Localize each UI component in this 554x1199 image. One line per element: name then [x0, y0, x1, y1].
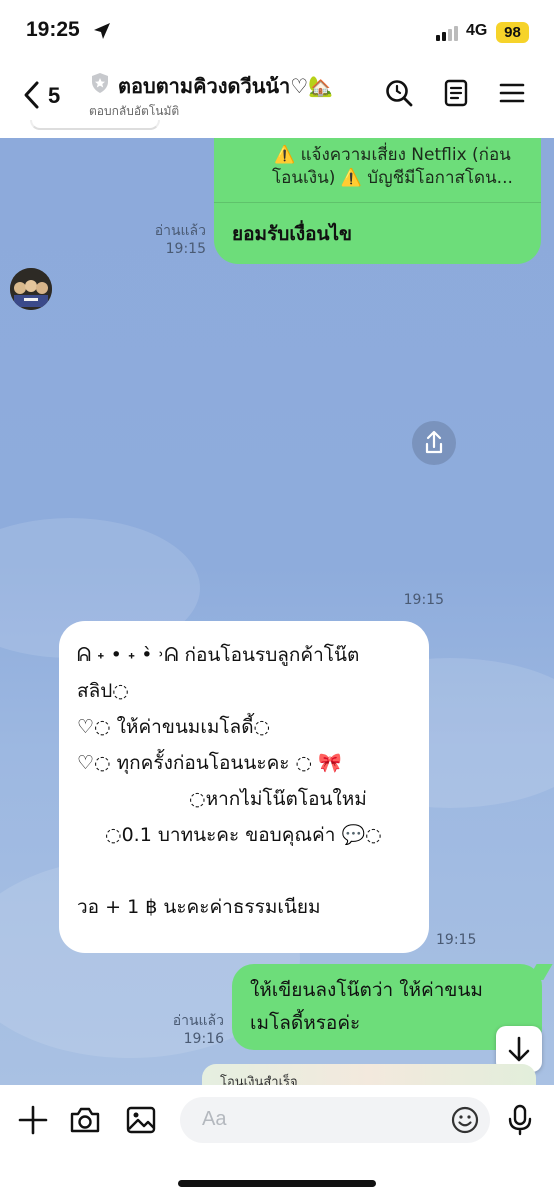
- message-line: ♡◌ ให้ค่าขนมเมโลดี้◌: [77, 716, 271, 738]
- search-button[interactable]: [384, 78, 414, 108]
- message-line: วอ + 1 ฿ นะคะค่าธรรมเนียม: [77, 896, 321, 918]
- read-receipt: อ่านแล้ว: [154, 223, 206, 239]
- shield-icon: [90, 72, 110, 98]
- message-time: 19:15: [165, 241, 206, 257]
- camera-icon: [70, 1107, 100, 1133]
- message-line: สลิป◌: [77, 680, 129, 702]
- message-line: เมโลดี้หรอค่ะ: [250, 1012, 361, 1034]
- message-meta: อ่านแล้ว 19:16: [158, 1012, 224, 1048]
- divider: [214, 202, 541, 203]
- network-type: 4G: [466, 22, 488, 39]
- camera-button[interactable]: [68, 1103, 102, 1137]
- chat-header: 5 ตอบตามคิวงดวีนน้า♡🏡 ตอบกลับอัตโนมัติ: [0, 62, 554, 138]
- read-receipt: อ่านแล้ว: [172, 1013, 224, 1029]
- unread-count: 5: [48, 83, 61, 108]
- share-icon: [425, 430, 443, 454]
- message-preview-line: ⚠️ แจ้งความเสี่ยง Netflix (ก่อน: [274, 145, 511, 165]
- battery-level: 98: [496, 22, 529, 43]
- message-time: 19:15: [436, 932, 477, 948]
- input-placeholder: Aa: [202, 1108, 227, 1130]
- message-image-preview[interactable]: โอนเงินสำเร็จ: [202, 1064, 536, 1085]
- microphone-icon: [508, 1104, 532, 1136]
- message-line: ◌0.1 บาทนะคะ ขอบคุณค่า 💬◌: [105, 824, 382, 846]
- input-bar: Aa: [0, 1085, 554, 1199]
- status-bar: 19:25 4G 98: [0, 0, 554, 62]
- chat-title[interactable]: ตอบตามคิวงดวีนน้า♡🏡: [118, 70, 333, 102]
- menu-icon: [499, 83, 525, 103]
- message-bubble-outgoing[interactable]: ⚠️ แจ้งความเสี่ยง Netflix (ก่อน โอนเงิน)…: [214, 138, 541, 264]
- back-button[interactable]: 5: [22, 80, 72, 112]
- signal-icon: [436, 25, 460, 45]
- header-scroll-indicator: [30, 120, 160, 130]
- message-line: ◌หากไม่โน๊ตโอนใหม่: [189, 788, 367, 810]
- message-input[interactable]: Aa: [180, 1097, 490, 1143]
- message-line: ♡◌ ทุกครั้งก่อนโอนนะคะ ◌ 🎀: [77, 752, 342, 774]
- search-icon: [386, 80, 413, 107]
- message-meta: อ่านแล้ว 19:15: [140, 222, 206, 258]
- note-icon: [444, 79, 468, 107]
- emoji-button[interactable]: [450, 1105, 480, 1135]
- message-bubble-incoming[interactable]: ᕱ ˖ • ˖ •̀ ˒ᕱ ก่อนโอนรบลูกค้าโน๊ต สลิป◌ …: [59, 621, 429, 953]
- image-icon: [126, 1106, 156, 1134]
- emoji-icon: [451, 1106, 479, 1134]
- preview-text: โอนเงินสำเร็จ: [220, 1075, 298, 1085]
- reply-text: ยอมรับเงื่อนไข: [232, 223, 353, 245]
- chat-area[interactable]: ⚠️ แจ้งความเสี่ยง Netflix (ก่อน โอนเงิน)…: [0, 138, 554, 1085]
- message-line: [77, 853, 423, 889]
- message-time: 19:15: [403, 592, 444, 608]
- chevron-left-icon: [24, 81, 39, 109]
- share-button[interactable]: [412, 421, 456, 465]
- notes-button[interactable]: [441, 78, 471, 108]
- message-preview-line: โอนเงิน) ⚠️ บัญชีมีโอกาสโดน...: [272, 168, 513, 188]
- message-line: ให้เขียนลงโน๊ตว่า ให้ค่าขนม: [250, 979, 483, 1001]
- add-button[interactable]: [16, 1103, 50, 1137]
- gallery-button[interactable]: [124, 1103, 158, 1137]
- message-line: ᕱ ˖ • ˖ •̀ ˒ᕱ ก่อนโอนรบลูกค้าโน๊ต: [77, 644, 360, 666]
- contact-avatar[interactable]: [10, 268, 52, 310]
- message-time: 19:16: [183, 1031, 224, 1047]
- bubble-tail: [527, 964, 553, 980]
- home-indicator: [178, 1180, 376, 1187]
- status-time: 19:25: [26, 18, 80, 41]
- chat-subtitle: ตอบกลับอัตโนมัติ: [89, 104, 180, 118]
- location-arrow-icon: [92, 21, 112, 45]
- voice-button[interactable]: [503, 1103, 537, 1137]
- plus-icon: [18, 1105, 48, 1135]
- menu-button[interactable]: [497, 78, 527, 108]
